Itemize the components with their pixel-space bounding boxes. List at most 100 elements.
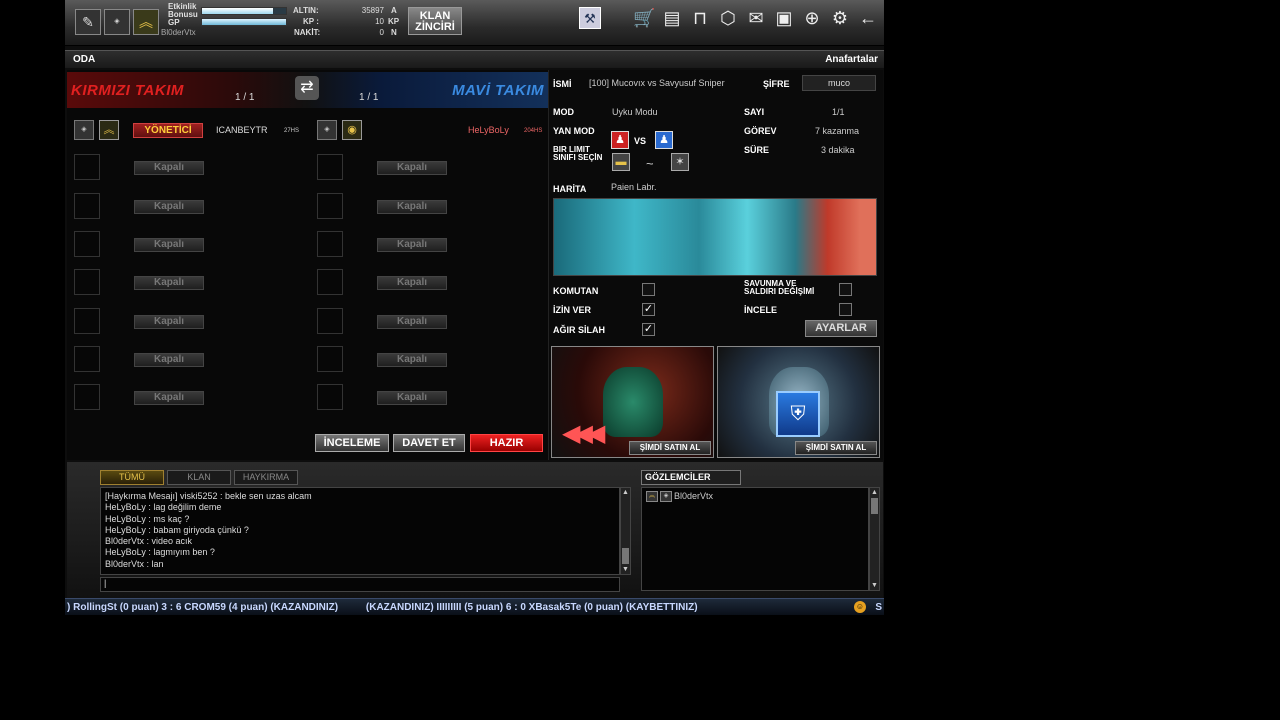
red-player-row[interactable]: ◈ ︽ YÖNETİCİ ICANBEYTR 27HS	[74, 120, 309, 142]
slot-box[interactable]	[74, 346, 100, 372]
chat-tab-all[interactable]: TÜMÜ	[100, 470, 164, 485]
ready-button[interactable]: HAZIR	[470, 434, 543, 452]
rank-chevron-icon[interactable]: ︽	[133, 9, 159, 35]
chat-line: Bl0derVtx : lan	[105, 558, 164, 569]
closed-slot-label[interactable]: Kapalı	[377, 276, 447, 290]
duration-value: 3 dakika	[821, 145, 855, 155]
vs-label: VS	[634, 136, 647, 146]
closed-slot-label[interactable]: Kapalı	[377, 391, 447, 405]
chat-log: [Haykırma Mesajı] viski5252 : bekle sen …	[100, 487, 620, 575]
inspect-checkbox[interactable]	[839, 303, 852, 316]
slot-box[interactable]	[74, 231, 100, 257]
slot-box[interactable]	[74, 269, 100, 295]
map-book-icon[interactable]: ⊓	[689, 7, 711, 29]
closed-slot-label[interactable]: Kapalı	[134, 391, 204, 405]
closed-slot-label[interactable]: Kapalı	[377, 161, 447, 175]
clan-chain-label-2: ZİNCİRİ	[415, 21, 455, 33]
slot-box[interactable]	[74, 308, 100, 334]
range-tilde: ~	[646, 156, 654, 171]
password-value[interactable]: muco	[802, 75, 876, 91]
mission-value: 7 kazanma	[815, 126, 860, 136]
chat-line: Bl0derVtx : video acık	[105, 536, 193, 547]
buy-now-button[interactable]: ŞİMDİ SATIN AL	[795, 441, 877, 455]
closed-slot-label[interactable]: Kapalı	[134, 161, 204, 175]
chat-tab-clan[interactable]: KLAN	[167, 470, 231, 485]
slot-box[interactable]	[74, 384, 100, 410]
slot-box[interactable]	[74, 193, 100, 219]
event-bonus-bar	[201, 7, 287, 15]
blue-player-row[interactable]: ◈ ◉ HeLyBoLy 204HS	[317, 120, 547, 142]
chat-tab-shout[interactable]: HAYKIRMA	[234, 470, 298, 485]
scroll-up-icon[interactable]: ▲	[621, 488, 630, 497]
chat-line: HeLyBoLy : lag değilim deme	[105, 502, 222, 513]
observers-scrollbar[interactable]: ▲ ▼	[869, 487, 880, 591]
community-icon[interactable]: ▣	[773, 7, 795, 29]
chat-input[interactable]: |	[100, 577, 620, 592]
buy-now-button[interactable]: ŞİMDİ SATIN AL	[629, 441, 711, 455]
invite-button[interactable]: DAVET ET	[393, 434, 465, 452]
player-hs: 204HS	[524, 128, 543, 134]
back-arrow-icon[interactable]: ←	[857, 7, 879, 29]
swap-team-icon[interactable]: ⇄	[295, 76, 319, 100]
list-item[interactable]: ︽ ◈ Bl0derVtx	[644, 490, 866, 504]
settings-button[interactable]: AYARLAR	[805, 320, 877, 337]
slot-box[interactable]	[317, 193, 343, 219]
slot-box[interactable]	[74, 154, 100, 180]
slot-box[interactable]	[317, 269, 343, 295]
komutan-checkbox[interactable]	[642, 283, 655, 296]
closed-slot-label[interactable]: Kapalı	[134, 200, 204, 214]
rank-min-icon[interactable]: ▬	[612, 153, 630, 171]
blue-team-header: 1 / 1 MAVİ TAKIM	[307, 72, 548, 108]
promo-banner-2[interactable]: ⛨ ŞİMDİ SATIN AL	[717, 346, 880, 458]
slot-box[interactable]	[317, 346, 343, 372]
closed-slot-label[interactable]: Kapalı	[377, 200, 447, 214]
box-icon[interactable]: ⬡	[717, 7, 739, 29]
scroll-down-icon[interactable]: ▼	[870, 581, 879, 590]
closed-slot-label[interactable]: Kapalı	[134, 238, 204, 252]
count-label: SAYI	[744, 107, 765, 117]
side-mode-label: YAN MOD	[553, 126, 595, 136]
closed-slot-label[interactable]: Kapalı	[377, 238, 447, 252]
slot-box[interactable]	[317, 384, 343, 410]
notepad-icon[interactable]: ✎	[75, 9, 101, 35]
scroll-thumb[interactable]	[871, 498, 878, 514]
observer-name: Bl0derVtx	[674, 491, 714, 501]
scroll-thumb[interactable]	[622, 548, 629, 564]
mail-icon[interactable]: ✉	[745, 7, 767, 29]
gear-icon[interactable]: ⚙	[829, 7, 851, 29]
inspect-label: İNCELE	[744, 305, 778, 315]
allow-checkbox[interactable]: ✓	[642, 303, 655, 316]
notification-icon[interactable]: ☺	[854, 601, 866, 613]
defense-attack-checkbox[interactable]	[839, 283, 852, 296]
closed-slot-label[interactable]: Kapalı	[377, 353, 447, 367]
closed-slot-label[interactable]: Kapalı	[134, 276, 204, 290]
clan-badge-icon[interactable]: ◈	[104, 9, 130, 35]
wrench-icon[interactable]: ⚒	[579, 7, 601, 29]
slot-box[interactable]	[317, 154, 343, 180]
closed-slot-label[interactable]: Kapalı	[134, 315, 204, 329]
blue-soldier-icon: ♟	[655, 131, 673, 149]
slot-box[interactable]	[317, 231, 343, 257]
chat-scrollbar[interactable]: ▲ ▼	[620, 487, 631, 575]
slot-box[interactable]	[317, 308, 343, 334]
clan-chain-button[interactable]: KLAN ZİNCİRİ	[408, 7, 462, 35]
scroll-up-icon[interactable]: ▲	[870, 488, 879, 497]
rank-max-icon[interactable]: ✶	[671, 153, 689, 171]
map-value: Paien Labr.	[611, 182, 657, 192]
blue-team-count: 1 / 1	[359, 92, 379, 103]
count-value: 1/1	[832, 107, 845, 117]
cart-icon[interactable]: 🛒	[633, 7, 655, 29]
inspect-button[interactable]: İNCELEME	[315, 434, 389, 452]
inventory-icon[interactable]: ▤	[661, 7, 683, 29]
scroll-down-icon[interactable]: ▼	[621, 565, 630, 574]
promo-banner-1[interactable]: ◀◀◀ ŞİMDİ SATIN AL	[551, 346, 714, 458]
search-globe-icon[interactable]: ⊕	[801, 7, 823, 29]
heavy-weapon-checkbox[interactable]: ✓	[642, 323, 655, 336]
closed-slot-label[interactable]: Kapalı	[377, 315, 447, 329]
nakit-label: NAKİT:	[294, 28, 321, 37]
gp-bar	[201, 18, 287, 26]
closed-slot-label[interactable]: Kapalı	[134, 353, 204, 367]
class-limit-label: BIR LIMIT SINIFI SEÇİN	[553, 146, 602, 162]
altin-value: 35897	[361, 6, 384, 15]
shield-icon: ⛨	[776, 391, 820, 437]
